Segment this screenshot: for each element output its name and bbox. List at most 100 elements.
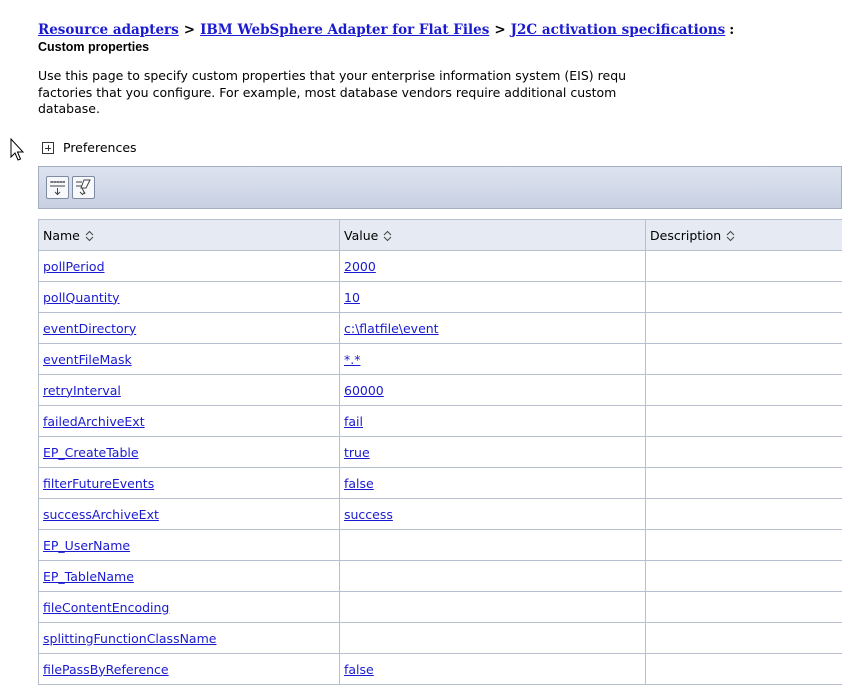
property-name-link[interactable]: failedArchiveExt — [43, 414, 145, 429]
property-name-link[interactable]: EP_UserName — [43, 538, 130, 553]
property-value-link[interactable]: 60000 — [344, 383, 384, 398]
value-cell — [340, 561, 646, 592]
description-line: Use this page to specify custom properti… — [38, 68, 842, 85]
property-name-link[interactable]: retryInterval — [43, 383, 121, 398]
property-value-link[interactable]: 10 — [344, 290, 360, 305]
value-cell: *.* — [340, 344, 646, 375]
name-cell: retryInterval — [39, 375, 340, 406]
table-row: failedArchiveExt fail — [39, 406, 842, 437]
value-cell: c:\flatfile\event — [340, 313, 646, 344]
table-row: successArchiveExt success — [39, 499, 842, 530]
property-name-link[interactable]: successArchiveExt — [43, 507, 159, 522]
property-name-link[interactable]: splittingFunctionClassName — [43, 631, 216, 646]
breadcrumb-j2c-activation-specs[interactable]: J2C activation specifications — [511, 22, 726, 38]
value-cell: false — [340, 468, 646, 499]
table-body: pollPeriod 2000 pollQuantity 10 eventDirecto… — [39, 251, 842, 685]
property-value-link[interactable]: fail — [344, 414, 363, 429]
value-cell: 2000 — [340, 251, 646, 282]
preferences-toggle[interactable]: Preferences — [42, 140, 137, 155]
table-row: EP_TableName — [39, 561, 842, 592]
property-value-link[interactable]: c:\flatfile\event — [344, 321, 439, 336]
preferences-label: Preferences — [63, 140, 137, 155]
breadcrumb-resource-adapters[interactable]: Resource adapters — [38, 22, 179, 38]
column-header-name[interactable]: Name — [39, 220, 340, 251]
description-cell — [646, 623, 842, 654]
breadcrumb-flat-files-adapter[interactable]: IBM WebSphere Adapter for Flat Files — [200, 22, 489, 38]
name-cell: fileContentEncoding — [39, 592, 340, 623]
property-value-link[interactable]: false — [344, 662, 374, 677]
column-header-label: Description — [650, 228, 721, 243]
table-row: pollPeriod 2000 — [39, 251, 842, 282]
property-value-link[interactable]: success — [344, 507, 393, 522]
table-row: retryInterval 60000 — [39, 375, 842, 406]
table-row: filterFutureEvents false — [39, 468, 842, 499]
value-cell: success — [340, 499, 646, 530]
property-value-link[interactable]: 2000 — [344, 259, 376, 274]
expand-plus-icon[interactable] — [42, 142, 54, 154]
table-row: eventDirectory c:\flatfile\event — [39, 313, 842, 344]
sort-toggle-icon[interactable] — [383, 230, 392, 242]
property-name-link[interactable]: EP_TableName — [43, 569, 134, 584]
value-cell — [340, 592, 646, 623]
table-row: EP_UserName — [39, 530, 842, 561]
property-name-link[interactable]: EP_CreateTable — [43, 445, 139, 460]
description-cell — [646, 406, 842, 437]
column-header-value[interactable]: Value — [340, 220, 646, 251]
column-header-label: Value — [344, 228, 378, 243]
table-row: eventFileMask *.* — [39, 344, 842, 375]
breadcrumb-trailing: : — [729, 22, 734, 38]
page-description: Use this page to specify custom properti… — [38, 68, 842, 118]
name-cell: eventFileMask — [39, 344, 340, 375]
property-name-link[interactable]: pollPeriod — [43, 259, 105, 274]
name-cell: eventDirectory — [39, 313, 340, 344]
table-header-row: Name Value Description — [39, 220, 842, 251]
name-cell: EP_TableName — [39, 561, 340, 592]
description-cell — [646, 592, 842, 623]
property-value-link[interactable]: *.* — [344, 352, 360, 367]
value-cell: 60000 — [340, 375, 646, 406]
value-cell — [340, 530, 646, 561]
value-cell: 10 — [340, 282, 646, 313]
name-cell: splittingFunctionClassName — [39, 623, 340, 654]
table-row: EP_CreateTable true — [39, 437, 842, 468]
property-name-link[interactable]: filterFutureEvents — [43, 476, 154, 491]
table-row: pollQuantity 10 — [39, 282, 842, 313]
name-cell: pollQuantity — [39, 282, 340, 313]
deselect-all-icon — [73, 177, 94, 198]
sort-toggle-icon[interactable] — [85, 230, 94, 242]
page-title: Custom properties — [38, 40, 149, 54]
breadcrumb: Resource adapters > IBM WebSphere Adapter … — [38, 22, 734, 38]
table-row: fileContentEncoding — [39, 592, 842, 623]
name-cell: pollPeriod — [39, 251, 340, 282]
property-value-link[interactable]: true — [344, 445, 370, 460]
description-cell — [646, 468, 842, 499]
property-name-link[interactable]: fileContentEncoding — [43, 600, 169, 615]
description-cell — [646, 375, 842, 406]
column-header-description[interactable]: Description — [646, 220, 842, 251]
property-name-link[interactable]: filePassByReference — [43, 662, 169, 677]
deselect-all-button[interactable] — [72, 176, 95, 199]
value-cell: fail — [340, 406, 646, 437]
column-header-label: Name — [43, 228, 80, 243]
description-cell — [646, 251, 842, 282]
breadcrumb-separator: > — [184, 22, 195, 38]
description-cell — [646, 499, 842, 530]
table-row: splittingFunctionClassName — [39, 623, 842, 654]
property-name-link[interactable]: pollQuantity — [43, 290, 120, 305]
property-value-link[interactable]: false — [344, 476, 374, 491]
mouse-cursor-icon — [10, 138, 24, 162]
property-name-link[interactable]: eventFileMask — [43, 352, 132, 367]
custom-properties-table: Name Value Description pollPeriod2000pol… — [38, 219, 842, 685]
sort-toggle-icon[interactable] — [726, 230, 735, 242]
breadcrumb-separator: > — [494, 22, 505, 38]
name-cell: filterFutureEvents — [39, 468, 340, 499]
property-name-link[interactable]: eventDirectory — [43, 321, 136, 336]
table-toolbar — [38, 166, 842, 209]
select-all-icon — [47, 177, 68, 198]
description-cell — [646, 654, 842, 685]
name-cell: EP_CreateTable — [39, 437, 340, 468]
description-cell — [646, 561, 842, 592]
value-cell — [340, 623, 646, 654]
description-cell — [646, 437, 842, 468]
select-all-button[interactable] — [46, 176, 69, 199]
